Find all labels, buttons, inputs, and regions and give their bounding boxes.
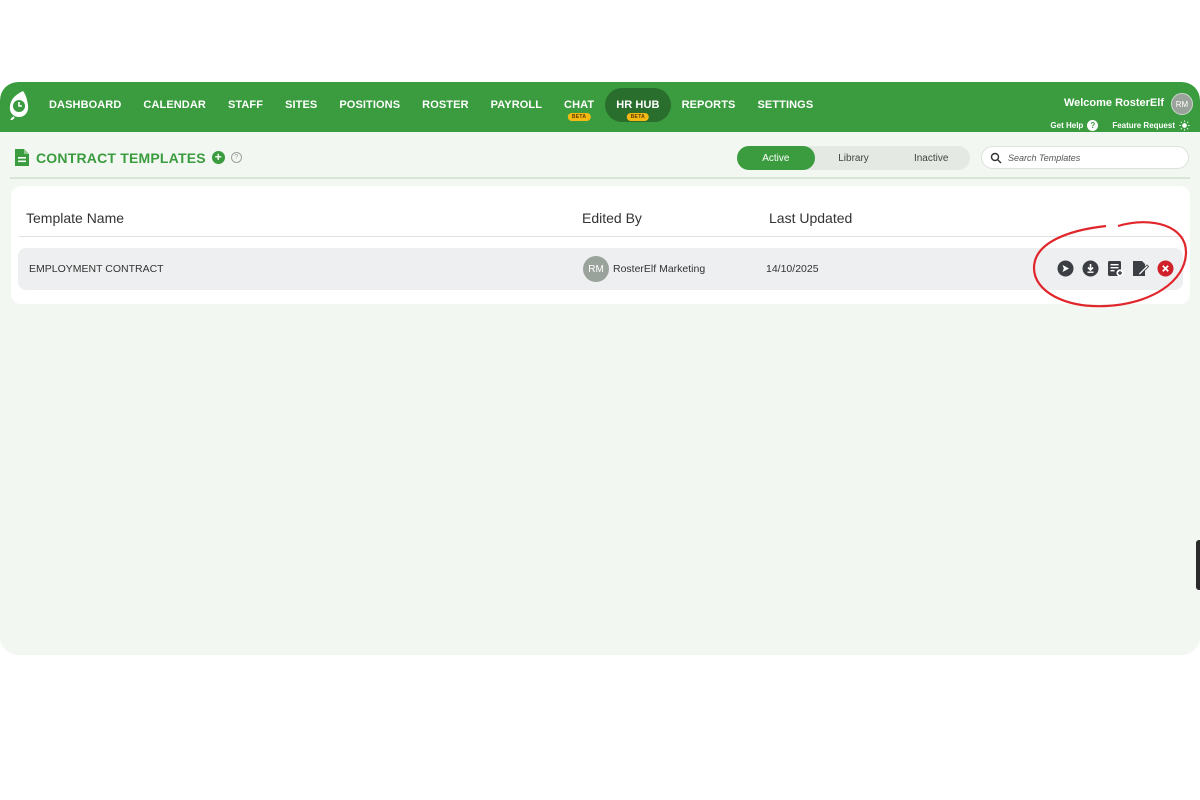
page-title: CONTRACT TEMPLATES — [36, 149, 206, 166]
search-input[interactable] — [1008, 152, 1183, 163]
nav-dashboard[interactable]: DASHBOARD — [38, 88, 132, 122]
nav-label: CHAT — [564, 99, 595, 111]
nav-positions[interactable]: POSITIONS — [328, 88, 411, 122]
user-avatar[interactable]: RM — [1171, 93, 1193, 115]
beta-badge: BETA — [567, 113, 591, 121]
edit-document-icon — [1133, 261, 1149, 276]
add-to-list-icon — [1108, 261, 1124, 277]
header-divider — [10, 177, 1190, 179]
document-icon — [15, 149, 29, 166]
top-navigation-bar: DASHBOARD CALENDAR STAFF SITES POSITIONS… — [0, 82, 1200, 132]
delete-button[interactable] — [1157, 260, 1174, 277]
main-nav: DASHBOARD CALENDAR STAFF SITES POSITIONS… — [38, 82, 824, 128]
column-template-name[interactable]: Template Name — [26, 210, 124, 226]
nav-sites[interactable]: SITES — [274, 88, 328, 122]
nav-payroll[interactable]: PAYROLL — [480, 88, 553, 122]
nav-hr-hub[interactable]: HR HUB BETA — [605, 88, 671, 122]
download-button[interactable] — [1082, 260, 1099, 277]
search-icon — [990, 152, 1002, 164]
help-icon[interactable]: ? — [230, 152, 242, 163]
beta-badge: BETA — [626, 113, 650, 121]
add-template-button[interactable]: + — [211, 151, 225, 164]
lightbulb-icon — [1179, 120, 1190, 131]
nav-label: DASHBOARD — [49, 99, 122, 111]
nav-reports[interactable]: REPORTS — [671, 88, 747, 122]
column-edited-by[interactable]: Edited By — [582, 210, 642, 226]
send-icon — [1057, 260, 1074, 277]
rosterelf-logo-icon[interactable] — [8, 90, 30, 120]
nav-calendar[interactable]: CALENDAR — [132, 88, 217, 122]
feature-request-label: Feature Request — [1112, 121, 1175, 130]
nav-label: SITES — [285, 99, 318, 111]
nav-roster[interactable]: ROSTER — [411, 88, 479, 122]
edit-button[interactable] — [1132, 260, 1149, 277]
editor-avatar: RM — [583, 256, 609, 282]
table-header-divider — [19, 236, 1184, 237]
get-help-link[interactable]: Get Help? — [1050, 120, 1099, 131]
nav-label: HR HUB — [616, 99, 660, 111]
nav-chat[interactable]: CHAT BETA — [553, 88, 605, 122]
app-frame: DASHBOARD CALENDAR STAFF SITES POSITIONS… — [0, 82, 1200, 655]
nav-settings[interactable]: SETTINGS — [746, 88, 824, 122]
tab-library[interactable]: Library — [815, 146, 893, 170]
templates-table: Template Name Edited By Last Updated EMP… — [11, 186, 1190, 304]
delete-icon — [1157, 260, 1174, 277]
send-button[interactable] — [1057, 260, 1074, 277]
page-header: CONTRACT TEMPLATES + ? — [14, 148, 242, 167]
last-updated: 14/10/2025 — [766, 263, 819, 275]
editor-name: RosterElf Marketing — [613, 263, 706, 275]
question-icon: ? — [1087, 120, 1099, 131]
nav-label: REPORTS — [681, 99, 736, 111]
welcome-text: Welcome RosterElf — [1063, 97, 1164, 109]
tab-active[interactable]: Active — [737, 146, 815, 170]
add-to-list-button[interactable] — [1107, 260, 1124, 277]
side-panel-handle[interactable] — [1196, 540, 1200, 590]
template-name: EMPLOYMENT CONTRACT — [29, 263, 164, 275]
row-actions — [1057, 260, 1174, 277]
nav-label: CALENDAR — [143, 99, 206, 111]
column-last-updated[interactable]: Last Updated — [769, 210, 852, 226]
feature-request-link[interactable]: Feature Request — [1112, 120, 1190, 131]
nav-label: ROSTER — [422, 99, 469, 111]
nav-label: POSITIONS — [339, 99, 401, 111]
get-help-label: Get Help — [1050, 121, 1084, 130]
table-row[interactable]: EMPLOYMENT CONTRACT RM RosterElf Marketi… — [18, 248, 1183, 290]
nav-label: PAYROLL — [490, 99, 543, 111]
nav-label: STAFF — [227, 99, 264, 111]
status-filter: Active Library Inactive — [737, 146, 970, 170]
nav-label: SETTINGS — [757, 99, 814, 111]
help-links: Get Help? Feature Request — [1050, 120, 1190, 131]
search-box — [981, 146, 1189, 169]
tab-inactive[interactable]: Inactive — [892, 146, 970, 170]
download-icon — [1082, 260, 1099, 277]
nav-staff[interactable]: STAFF — [217, 88, 274, 122]
